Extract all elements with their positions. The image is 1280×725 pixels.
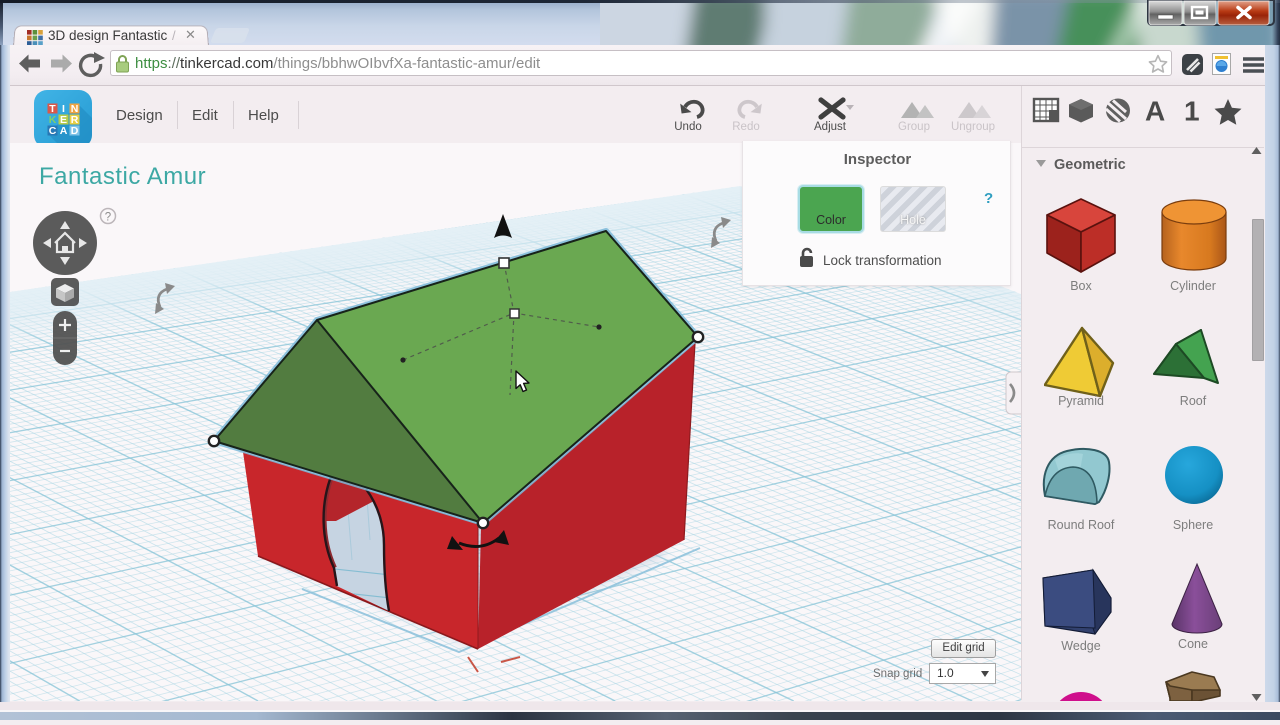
svg-text:1: 1 [1184, 96, 1200, 126]
svg-text:A: A [1145, 96, 1165, 126]
svg-text:?: ? [105, 212, 111, 224]
svg-text:C: C [49, 125, 57, 137]
svg-text:D: D [71, 125, 79, 137]
svg-text:A: A [60, 125, 68, 137]
